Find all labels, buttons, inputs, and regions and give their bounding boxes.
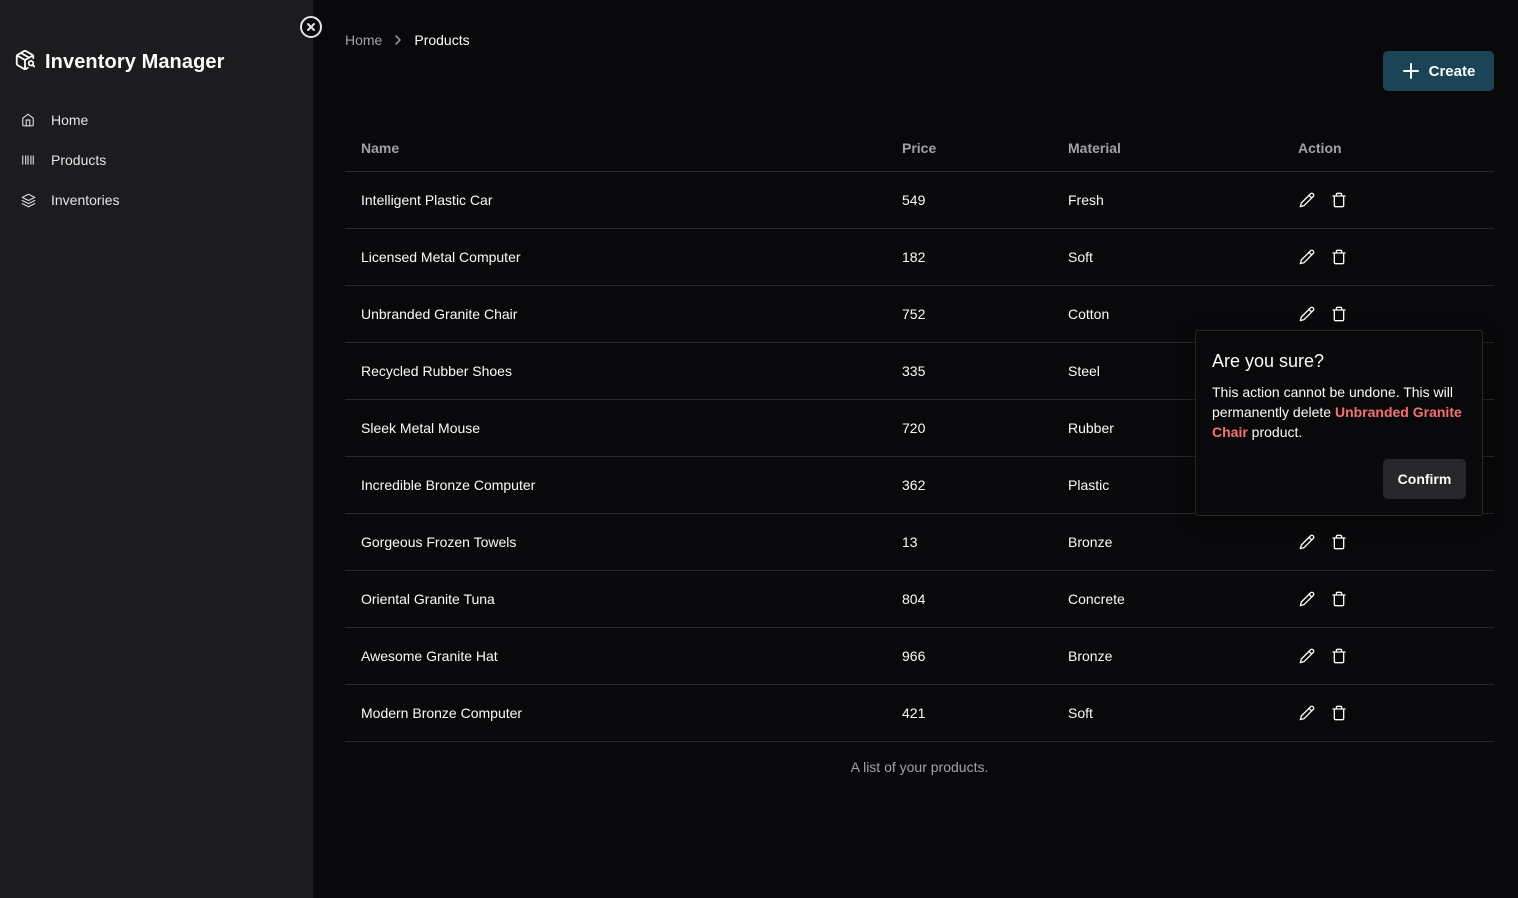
trash-icon[interactable] (1330, 704, 1348, 722)
brand[interactable]: Inventory Manager (14, 48, 225, 77)
cell-price: 549 (902, 171, 1068, 229)
breadcrumb: Home Products (345, 32, 470, 48)
table-header-row: Name Price Material Action (345, 124, 1494, 172)
row-actions (1298, 647, 1494, 665)
cell-price: 421 (902, 684, 1068, 742)
app-title: Inventory Manager (45, 51, 225, 73)
cell-name: Recycled Rubber Shoes (345, 342, 902, 400)
cell-price: 804 (902, 570, 1068, 628)
breadcrumb-home-link[interactable]: Home (345, 32, 382, 48)
cell-material: Soft (1068, 228, 1298, 286)
cell-material: Soft (1068, 684, 1298, 742)
column-header-action: Action (1298, 124, 1494, 172)
cell-name: Sleek Metal Mouse (345, 399, 902, 457)
cell-name: Gorgeous Frozen Towels (345, 513, 902, 571)
chevron-right-icon (394, 35, 402, 45)
cell-price: 720 (902, 399, 1068, 457)
popover-body-suffix: product. (1247, 424, 1303, 440)
cell-action (1298, 627, 1494, 685)
cell-price: 182 (902, 228, 1068, 286)
cell-name: Awesome Granite Hat (345, 627, 902, 685)
delete-confirm-popover: Are you sure? This action cannot be undo… (1195, 330, 1483, 516)
sidebar: Inventory Manager Home Products Inventor… (0, 0, 313, 898)
table-row: Oriental Granite Tuna 804 Concrete (345, 570, 1494, 628)
cell-material: Fresh (1068, 171, 1298, 229)
cell-name: Modern Bronze Computer (345, 684, 902, 742)
table-row: Awesome Granite Hat 966 Bronze (345, 627, 1494, 685)
sidebar-item-home[interactable]: Home (0, 100, 313, 140)
row-actions (1298, 305, 1494, 323)
barcode-icon (20, 152, 36, 168)
pencil-icon[interactable] (1298, 533, 1316, 551)
home-icon (20, 112, 36, 128)
sidebar-item-label: Home (51, 112, 89, 128)
pencil-icon[interactable] (1298, 305, 1316, 323)
cell-action (1298, 570, 1494, 628)
cell-action (1298, 228, 1494, 286)
table-row: Gorgeous Frozen Towels 13 Bronze (345, 513, 1494, 571)
cell-name: Licensed Metal Computer (345, 228, 902, 286)
column-header-name: Name (345, 124, 902, 172)
row-actions (1298, 191, 1494, 209)
pencil-icon[interactable] (1298, 704, 1316, 722)
cell-material: Bronze (1068, 513, 1298, 571)
cell-material: Bronze (1068, 627, 1298, 685)
column-header-price: Price (902, 124, 1068, 172)
trash-icon[interactable] (1330, 647, 1348, 665)
row-actions (1298, 533, 1494, 551)
create-button[interactable]: Create (1383, 51, 1494, 91)
plus-icon (1402, 62, 1420, 80)
cell-action (1298, 684, 1494, 742)
table-row: Intelligent Plastic Car 549 Fresh (345, 171, 1494, 229)
sidebar-item-label: Products (51, 152, 107, 168)
cell-name: Intelligent Plastic Car (345, 171, 902, 229)
cell-price: 335 (902, 342, 1068, 400)
table-row: Modern Bronze Computer 421 Soft (345, 684, 1494, 742)
cell-action (1298, 513, 1494, 571)
cell-material: Concrete (1068, 570, 1298, 628)
layers-icon (20, 192, 36, 208)
cell-price: 362 (902, 456, 1068, 514)
trash-icon[interactable] (1330, 248, 1348, 266)
cell-price: 752 (902, 285, 1068, 343)
pencil-icon[interactable] (1298, 248, 1316, 266)
row-actions (1298, 704, 1494, 722)
breadcrumb-current: Products (414, 32, 470, 48)
confirm-button[interactable]: Confirm (1383, 459, 1466, 499)
close-sidebar-button[interactable] (300, 16, 322, 38)
sidebar-nav: Home Products Inventories (0, 100, 313, 220)
trash-icon[interactable] (1330, 590, 1348, 608)
cell-name: Oriental Granite Tuna (345, 570, 902, 628)
cell-action (1298, 171, 1494, 229)
popover-title: Are you sure? (1212, 351, 1325, 371)
trash-icon[interactable] (1330, 305, 1348, 323)
cell-name: Unbranded Granite Chair (345, 285, 902, 343)
pencil-icon[interactable] (1298, 590, 1316, 608)
column-header-material: Material (1068, 124, 1298, 172)
trash-icon[interactable] (1330, 191, 1348, 209)
pencil-icon[interactable] (1298, 191, 1316, 209)
table-row: Licensed Metal Computer 182 Soft (345, 228, 1494, 286)
sidebar-item-products[interactable]: Products (0, 140, 313, 180)
close-circle-icon (306, 22, 316, 32)
sidebar-item-inventories[interactable]: Inventories (0, 180, 313, 220)
popover-body: This action cannot be undone. This will … (1212, 382, 1466, 442)
pencil-icon[interactable] (1298, 647, 1316, 665)
cell-price: 13 (902, 513, 1068, 571)
table-caption: A list of your products. (850, 759, 989, 775)
cell-price: 966 (902, 627, 1068, 685)
sidebar-item-label: Inventories (51, 192, 120, 208)
row-actions (1298, 248, 1494, 266)
row-actions (1298, 590, 1494, 608)
package-search-icon (14, 48, 36, 77)
trash-icon[interactable] (1330, 533, 1348, 551)
cell-name: Incredible Bronze Computer (345, 456, 902, 514)
create-button-label: Create (1428, 62, 1476, 80)
